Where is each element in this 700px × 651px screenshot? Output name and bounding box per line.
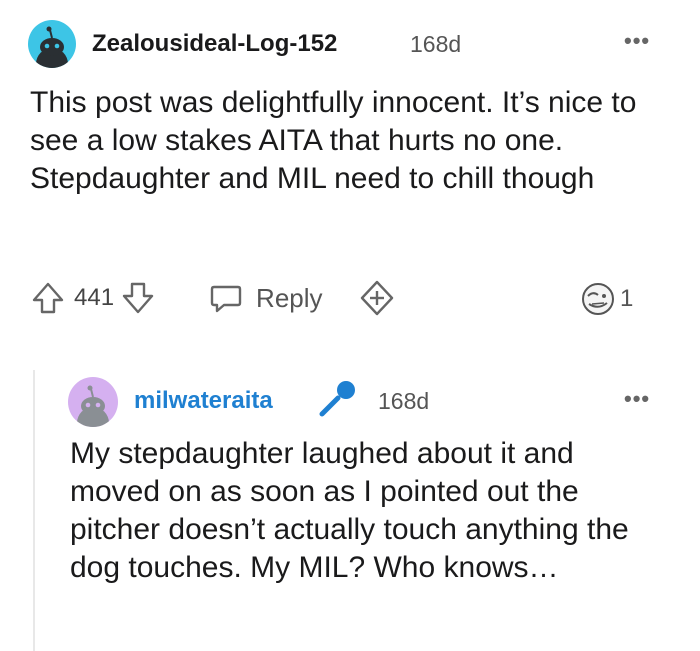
snoo-icon — [36, 26, 68, 68]
comment-body: This post was delightfully innocent. It’… — [30, 86, 637, 195]
reply-icon — [210, 285, 242, 313]
reply-body: My stepdaughter laughed about it and mov… — [70, 437, 629, 584]
vote-count: 441 — [74, 284, 115, 311]
reply-label: Reply — [256, 282, 323, 313]
comment-actions: 441 Reply — [30, 276, 397, 320]
downvote-icon — [122, 282, 154, 314]
reply-button[interactable]: Reply — [208, 280, 323, 316]
award-plus-icon — [360, 280, 393, 316]
avatar[interactable] — [28, 20, 76, 68]
reply-age: 168d — [378, 388, 430, 414]
downvote-button[interactable] — [120, 280, 156, 316]
award-button[interactable] — [357, 278, 397, 318]
reply-comment: milwateraita 168d ••• My stepdaughter la… — [0, 360, 700, 651]
award-face-icon — [582, 283, 614, 315]
snoo-icon — [77, 385, 109, 427]
award-badge[interactable]: 1 — [578, 280, 633, 318]
more-options-icon[interactable]: ••• — [624, 388, 650, 410]
microphone-icon — [319, 381, 355, 417]
comment-age: 168d — [410, 31, 462, 57]
comment-username[interactable]: Zealousideal-Log-152 — [92, 30, 337, 58]
more-options-icon[interactable]: ••• — [624, 30, 650, 52]
upvote-icon — [32, 282, 64, 314]
upvote-button[interactable] — [30, 280, 66, 316]
reply-avatar[interactable] — [68, 377, 118, 427]
comment: Zealousideal-Log-152 168d ••• This post … — [0, 0, 700, 360]
award-count: 1 — [620, 285, 634, 312]
reply-username[interactable]: milwateraita — [134, 387, 273, 415]
